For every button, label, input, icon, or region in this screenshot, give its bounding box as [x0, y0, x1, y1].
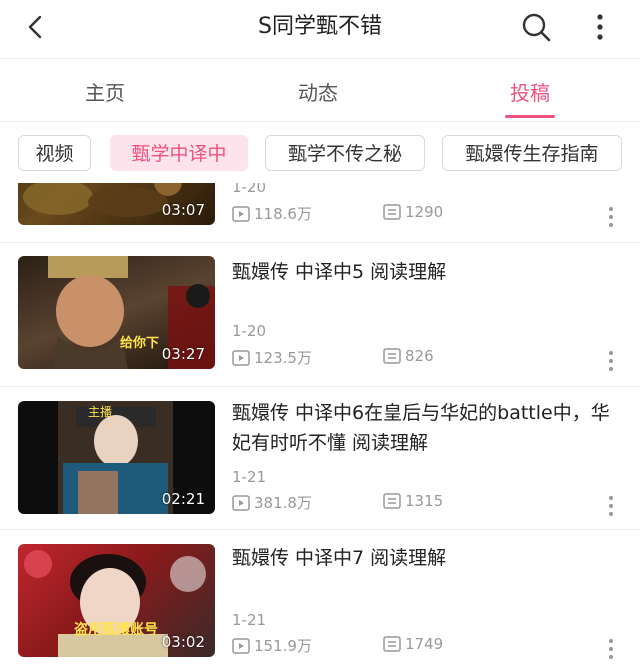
- video-title[interactable]: 甄嬛传 中译中5 阅读理解: [232, 257, 617, 287]
- play-count-icon: [232, 349, 250, 366]
- series-filter-bar: 视频 甄学中译中 甄学不传之秘 甄嬛传生存指南: [0, 121, 640, 183]
- danmaku-icon: [383, 636, 401, 652]
- chip-zhenxue-translation[interactable]: 甄学中译中: [110, 135, 248, 171]
- video-date: 1-21: [232, 611, 267, 629]
- video-title[interactable]: 甄嬛传 中译中6在皇后与华妃的battle中，华妃有时听不懂 阅读理解: [232, 398, 617, 458]
- thumbnail-caption: 给你下: [120, 336, 160, 351]
- thumbnail-caption: 主播: [88, 405, 113, 419]
- play-count-icon: [232, 205, 250, 222]
- play-count: 118.6万: [232, 203, 312, 224]
- more-vertical-icon: [597, 14, 603, 40]
- danmaku-icon: [383, 204, 401, 220]
- play-count-value: 381.8万: [254, 494, 312, 512]
- danmaku-count: 1315: [383, 492, 443, 510]
- page: S同学甄不错 主页 动态 投稿 视频 甄学中译中 甄学不传之秘 甄嬛传生存指南: [0, 0, 640, 665]
- tab-uploads[interactable]: 投稿: [480, 77, 580, 106]
- danmaku-icon: [383, 348, 401, 364]
- search-icon: [522, 13, 551, 42]
- chip-videos[interactable]: 视频: [18, 135, 91, 171]
- play-count-value: 123.5万: [254, 349, 312, 367]
- video-thumbnail[interactable]: 03:07: [18, 183, 215, 225]
- danmaku-count: 1290: [383, 203, 443, 221]
- item-more-button[interactable]: [604, 637, 618, 661]
- active-tab-indicator: [505, 115, 555, 118]
- more-vertical-icon: [609, 207, 613, 227]
- video-item[interactable]: 主播 02:21 甄嬛传 中译中6在皇后与华妃的battle中，华妃有时听不懂 …: [0, 386, 640, 530]
- item-more-button[interactable]: [604, 205, 618, 229]
- search-button[interactable]: [518, 9, 554, 45]
- play-count-value: 118.6万: [254, 205, 312, 223]
- video-item[interactable]: 盗用甄嬛账号 03:02 甄嬛传 中译中7 阅读理解 1-21 151.9万 1…: [0, 529, 640, 665]
- play-count-icon: [232, 494, 250, 511]
- danmaku-count-value: 1315: [405, 492, 444, 510]
- video-date: 1-20: [232, 322, 267, 340]
- thumbnail-caption: 盗用甄嬛账号: [74, 622, 158, 638]
- video-thumbnail[interactable]: 主播 02:21: [18, 401, 215, 514]
- danmaku-count-value: 1749: [405, 635, 444, 653]
- item-more-button[interactable]: [604, 494, 618, 518]
- danmaku-icon: [383, 493, 401, 509]
- video-item[interactable]: 03:07 1-20 118.6万 1290: [0, 183, 640, 243]
- more-vertical-icon: [609, 639, 613, 659]
- danmaku-count: 826: [383, 347, 434, 365]
- play-count: 151.9万: [232, 635, 312, 656]
- tab-dynamics[interactable]: 动态: [268, 77, 368, 106]
- video-duration: 03:27: [161, 345, 205, 363]
- video-date: 1-20: [232, 183, 267, 196]
- video-thumbnail[interactable]: 给你下 03:27: [18, 256, 215, 369]
- video-list: 03:07 1-20 118.6万 1290 给你下 03:27 甄嬛传 中译中…: [0, 183, 640, 665]
- video-thumbnail[interactable]: 盗用甄嬛账号 03:02: [18, 544, 215, 657]
- danmaku-count: 1749: [383, 635, 443, 653]
- more-vertical-icon: [609, 496, 613, 516]
- danmaku-count-value: 1290: [405, 203, 444, 221]
- more-vertical-icon: [609, 351, 613, 371]
- profile-tabs: 主页 动态 投稿: [0, 58, 640, 122]
- video-date: 1-21: [232, 468, 267, 486]
- video-item[interactable]: 给你下 03:27 甄嬛传 中译中5 阅读理解 1-20 123.5万 826: [0, 243, 640, 387]
- chip-survival-guide[interactable]: 甄嬛传生存指南: [442, 135, 622, 171]
- play-count-icon: [232, 637, 250, 654]
- top-bar: S同学甄不错: [0, 0, 640, 58]
- play-count: 123.5万: [232, 347, 312, 368]
- danmaku-count-value: 826: [405, 347, 434, 365]
- play-count-value: 151.9万: [254, 637, 312, 655]
- item-more-button[interactable]: [604, 349, 618, 373]
- video-duration: 02:21: [161, 490, 205, 508]
- play-count: 381.8万: [232, 492, 312, 513]
- video-title[interactable]: 甄嬛传 中译中7 阅读理解: [232, 543, 617, 573]
- tab-home[interactable]: 主页: [55, 77, 155, 106]
- more-button[interactable]: [588, 9, 612, 45]
- chip-zhenxue-secrets[interactable]: 甄学不传之秘: [265, 135, 425, 171]
- video-duration: 03:07: [161, 201, 205, 219]
- video-duration: 03:02: [161, 633, 205, 651]
